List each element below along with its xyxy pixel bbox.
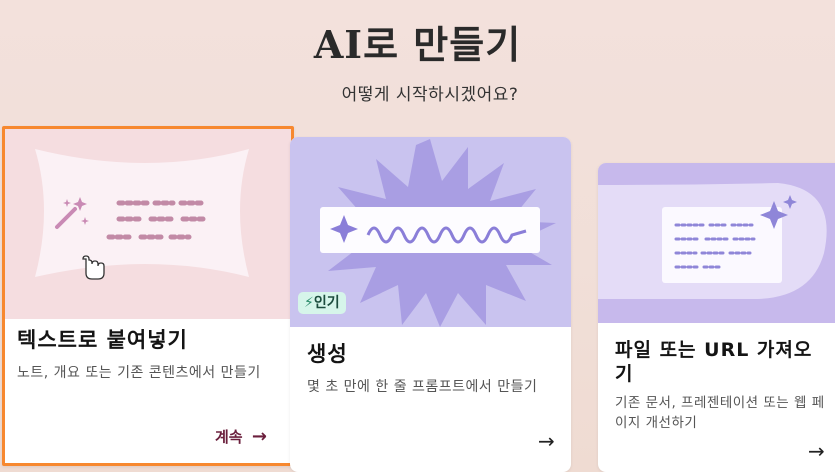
card-description: 기존 문서, 프레젠테이션 또는 웹 페이지 개선하기 xyxy=(615,395,825,431)
card-title: 텍스트로 붙여넣기 xyxy=(17,328,188,352)
arrow-right-icon[interactable]: → xyxy=(808,439,825,463)
card-paste-text[interactable]: 텍스트로 붙여넣기 노트, 개요 또는 기존 콘텐츠에서 만들기 계속 → xyxy=(2,126,294,466)
card-description: 몇 초 만에 한 줄 프롬프트에서 만들기 xyxy=(307,379,538,395)
card-description: 노트, 개요 또는 기존 콘텐츠에서 만들기 xyxy=(17,365,261,381)
card-import-file-url[interactable]: 파일 또는 URL 가져오기 기존 문서, 프레젠테이션 또는 웹 페이지 개선… xyxy=(598,163,835,472)
arrow-right-icon: → xyxy=(251,426,267,447)
page-subtitle: 어떻게 시작하시겠어요? xyxy=(341,85,519,105)
arrow-right-icon[interactable]: → xyxy=(538,429,555,453)
card-generate[interactable]: ⚡인기 생성 몇 초 만에 한 줄 프롬프트에서 만들기 → xyxy=(290,137,571,472)
import-illustration xyxy=(598,163,835,323)
paste-text-illustration xyxy=(5,129,291,319)
page-title: AI로 만들기 xyxy=(313,22,522,67)
continue-link[interactable]: 계속 → xyxy=(215,426,267,447)
card-title: 생성 xyxy=(307,342,348,366)
lightning-icon: ⚡ xyxy=(304,295,314,311)
popular-badge: ⚡인기 xyxy=(298,292,346,314)
card-title: 파일 또는 URL 가져오기 xyxy=(615,339,813,385)
badge-label: 인기 xyxy=(313,295,340,311)
continue-label: 계속 xyxy=(215,428,243,446)
